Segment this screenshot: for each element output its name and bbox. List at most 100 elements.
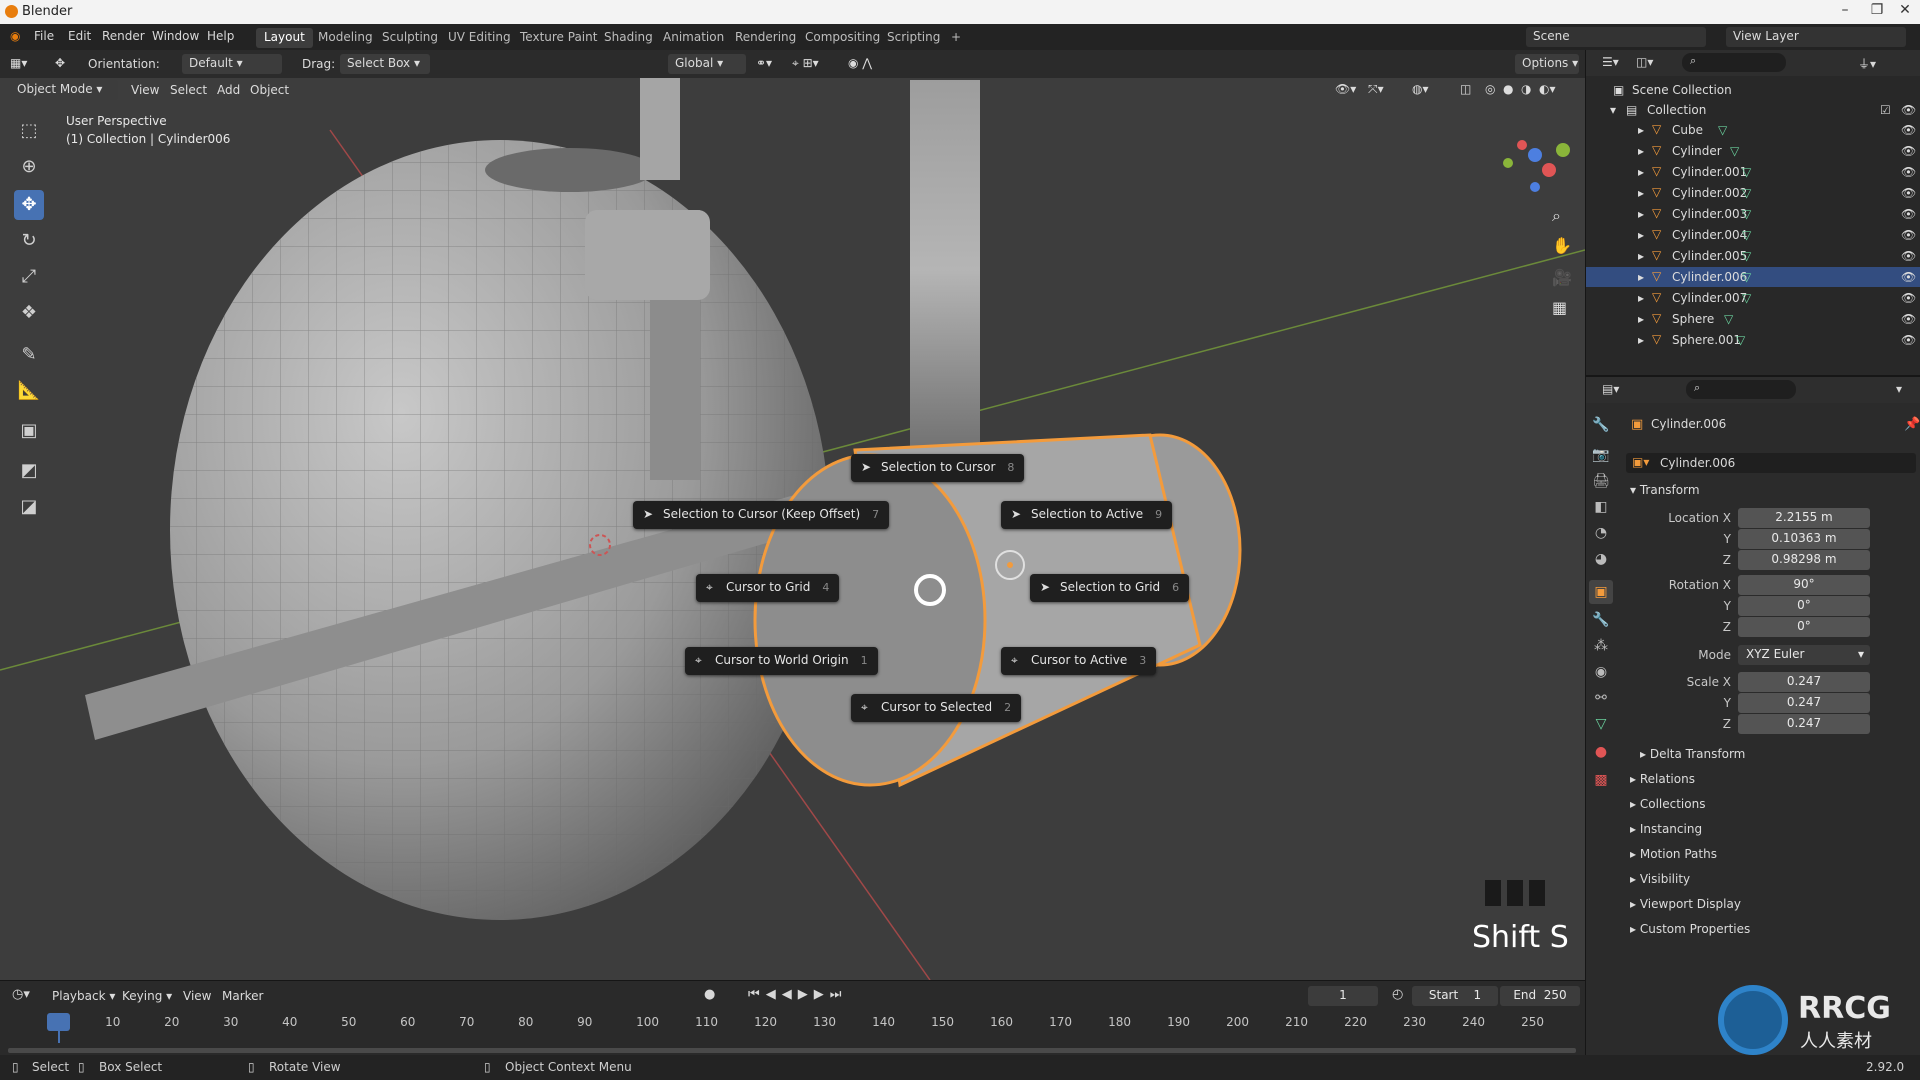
mesh-data-icon[interactable]: ▽ <box>1742 207 1751 221</box>
proportional-editing-icon[interactable]: ◉ ⋀ <box>848 56 872 70</box>
viewport-menu-select[interactable]: Select <box>170 83 207 97</box>
delta-transform-header[interactable]: ▸ Delta Transform <box>1640 747 1745 761</box>
eye-icon[interactable]: 👁 <box>1901 123 1916 137</box>
scene-tab-icon[interactable]: ◔ <box>1589 521 1613 545</box>
rotation-y-field[interactable]: 0° <box>1738 596 1870 616</box>
menu-edit[interactable]: Edit <box>68 29 91 43</box>
viewport-menu-add[interactable]: Add <box>217 83 240 97</box>
rotation-x-field[interactable]: 90° <box>1738 575 1870 595</box>
mesh-data-icon[interactable]: ▽ <box>1718 123 1727 137</box>
mesh-data-icon[interactable]: ▽ <box>1736 333 1745 347</box>
texture-tab-icon[interactable]: ▩ <box>1589 768 1613 792</box>
orientation-dropdown[interactable]: Default ▾ <box>182 54 282 74</box>
start-frame-field[interactable]: Start 1 <box>1412 986 1498 1006</box>
tab-modeling[interactable]: Modeling <box>310 28 381 48</box>
mesh-data-icon[interactable]: ▽ <box>1742 165 1751 179</box>
mesh-data-icon[interactable]: ▽ <box>1724 312 1733 326</box>
properties-editor-type-icon[interactable]: ▤▾ <box>1602 382 1619 396</box>
mesh-data-icon[interactable]: ▽ <box>1742 270 1751 284</box>
location-y-field[interactable]: 0.10363 m <box>1738 529 1870 549</box>
add-cube-tool-icon[interactable]: ▣ <box>14 416 44 446</box>
scale-x-field[interactable]: 0.247 <box>1738 672 1870 692</box>
rotation-z-field[interactable]: 0° <box>1738 617 1870 637</box>
pie-cursor-to-world-origin[interactable]: ⌖ Cursor to World Origin 1 <box>685 647 878 675</box>
gizmo-icon[interactable]: ⤧▾ <box>1368 82 1384 97</box>
zoom-icon[interactable]: ⌕ <box>1552 206 1561 226</box>
timeline-menu-marker[interactable]: Marker <box>222 989 263 1003</box>
eye-icon[interactable]: 👁 <box>1901 228 1916 242</box>
clock-icon[interactable]: ◴ <box>1392 987 1403 1002</box>
pie-selection-to-grid[interactable]: ➤ Selection to Grid 6 <box>1030 574 1190 602</box>
viewport-menu-object[interactable]: Object <box>250 83 289 97</box>
outliner-search-input[interactable]: ⌕ <box>1682 53 1786 72</box>
blender-menu-icon[interactable]: ◉ <box>10 29 20 43</box>
overlays-icon[interactable]: ◍▾ <box>1412 82 1429 96</box>
scale-tool-icon[interactable]: ⤢ <box>14 262 44 292</box>
xray-icon[interactable]: ◫ <box>1460 82 1471 96</box>
minimize-icon[interactable]: – <box>1830 2 1860 18</box>
image-tool-icon[interactable]: ◪ <box>14 492 44 522</box>
expand-chevron-icon[interactable]: ▸ <box>1638 291 1644 305</box>
section-header-custom-properties[interactable]: ▸ Custom Properties <box>1630 922 1750 936</box>
shading-solid-icon[interactable]: ● <box>1503 82 1513 96</box>
expand-chevron-icon[interactable]: ▸ <box>1638 270 1644 284</box>
view-layer-selector[interactable]: View Layer <box>1726 27 1906 47</box>
add-workspace-icon[interactable]: + <box>943 28 969 48</box>
cursor-tool-icon[interactable]: ⊕ <box>14 152 44 182</box>
scale-z-field[interactable]: 0.247 <box>1738 714 1870 734</box>
transform-section-header[interactable]: ▾ Transform <box>1630 483 1700 497</box>
tab-animation[interactable]: Animation <box>655 28 732 48</box>
constraints-tab-icon[interactable]: ⚯ <box>1589 686 1613 710</box>
properties-search-input[interactable]: ⌕ <box>1686 380 1796 399</box>
timeline-editor-type-icon[interactable]: ◷▾ <box>12 987 30 1002</box>
pie-selection-to-cursor[interactable]: ➤ Selection to Cursor 8 <box>851 454 1025 482</box>
eye-icon[interactable]: 👁 <box>1901 291 1916 305</box>
object-tab-icon[interactable]: ▣ <box>1589 580 1613 604</box>
rotate-tool-icon[interactable]: ↻ <box>14 226 44 256</box>
expand-chevron-icon[interactable]: ▸ <box>1638 207 1644 221</box>
menu-window[interactable]: Window <box>152 29 199 43</box>
section-header-viewport-display[interactable]: ▸ Viewport Display <box>1630 897 1741 911</box>
drag-dropdown[interactable]: Select Box ▾ <box>340 54 430 74</box>
pan-hand-icon[interactable]: ✋ <box>1552 236 1572 255</box>
outliner-item[interactable]: ▸ ▽ Cylinder.002 ▽ 👁 <box>1586 183 1920 203</box>
tab-shading[interactable]: Shading <box>596 28 661 48</box>
pin-icon[interactable]: 📌 <box>1904 417 1920 432</box>
section-header-motion-paths[interactable]: ▸ Motion Paths <box>1630 847 1717 861</box>
transform-orientation-dropdown[interactable]: Global ▾ <box>668 54 746 74</box>
object-name-field[interactable]: ▣▾ Cylinder.006 <box>1626 453 1916 473</box>
pie-selection-to-cursor-keep-offset[interactable]: ➤ Selection to Cursor (Keep Offset) 7 <box>633 501 890 529</box>
pie-cursor-to-grid[interactable]: ⌖ Cursor to Grid 4 <box>696 574 840 602</box>
outliner-item[interactable]: ▸ ▽ Cylinder.005 ▽ 👁 <box>1586 246 1920 266</box>
tab-scripting[interactable]: Scripting <box>879 28 948 48</box>
mesh-data-icon[interactable]: ▽ <box>1742 249 1751 263</box>
tool-tab-icon[interactable]: 🔧 <box>1589 413 1613 437</box>
ortho-grid-icon[interactable]: ▦ <box>1552 298 1567 317</box>
visibility-icon[interactable]: 👁▾ <box>1335 82 1356 96</box>
render-tab-icon[interactable]: 📷 <box>1589 443 1613 467</box>
outliner-item[interactable]: ▸ ▽ Cube ▽ 👁 <box>1586 120 1920 140</box>
menu-help[interactable]: Help <box>207 29 234 43</box>
move-tool-icon[interactable]: ✥ <box>14 190 44 220</box>
mesh-data-icon[interactable]: ▽ <box>1742 291 1751 305</box>
eye-icon[interactable]: 👁 <box>1901 207 1916 221</box>
outliner-item[interactable]: ▸ ▽ Cylinder ▽ 👁 <box>1586 141 1920 161</box>
transform-tool-icon[interactable]: ❖ <box>14 298 44 328</box>
data-tab-icon[interactable]: ▽ <box>1589 712 1613 736</box>
eye-icon[interactable]: 👁 <box>1901 270 1916 284</box>
tab-rendering[interactable]: Rendering <box>727 28 804 48</box>
viewport-menu-view[interactable]: View <box>131 83 159 97</box>
eye-icon[interactable]: 👁 <box>1901 144 1916 158</box>
tab-uv-editing[interactable]: UV Editing <box>440 28 519 48</box>
mesh-data-icon[interactable]: ▽ <box>1730 144 1739 158</box>
options-dropdown[interactable]: Options ▾ <box>1515 54 1579 74</box>
restore-icon[interactable]: ❐ <box>1862 2 1892 18</box>
eye-icon[interactable]: 👁 <box>1901 103 1916 117</box>
shading-wireframe-icon[interactable]: ◎ <box>1485 82 1495 96</box>
eye-icon[interactable]: 👁 <box>1901 186 1916 200</box>
expand-chevron-icon[interactable]: ▸ <box>1638 312 1644 326</box>
expand-chevron-icon[interactable]: ▸ <box>1638 144 1644 158</box>
tab-sculpting[interactable]: Sculpting <box>374 28 446 48</box>
filter-icon[interactable]: ⏚▾ <box>1858 55 1876 72</box>
expand-chevron-icon[interactable]: ▸ <box>1638 333 1644 347</box>
